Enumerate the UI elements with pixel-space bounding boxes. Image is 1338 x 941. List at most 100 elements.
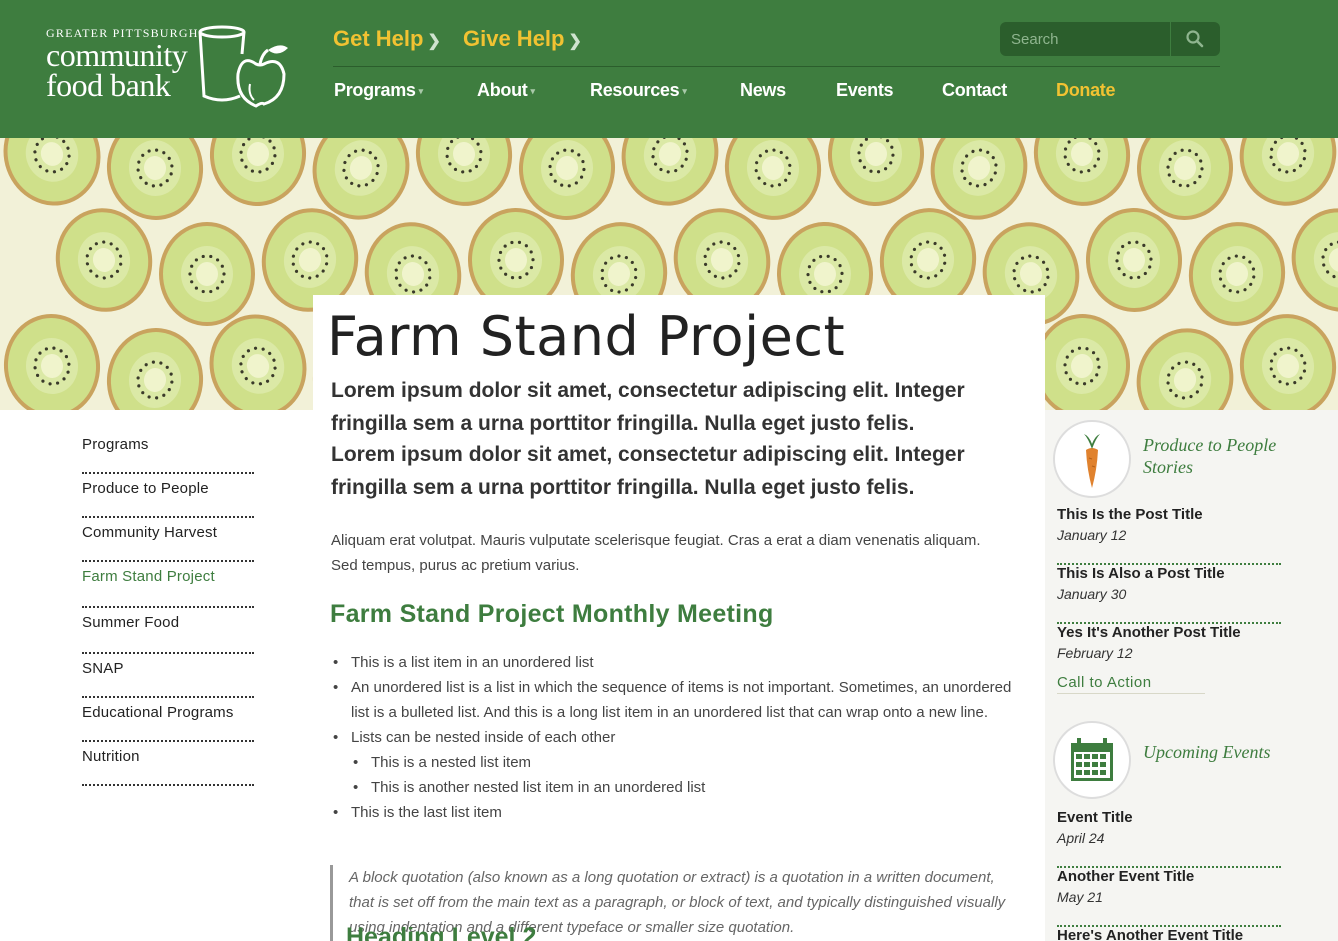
sidenav-item-farm-stand-project[interactable]: Farm Stand Project xyxy=(82,562,254,608)
section-nav: Programs Produce to People Community Har… xyxy=(82,430,254,786)
chevron-right-icon: ❯ xyxy=(568,33,582,50)
kiwi-slice xyxy=(209,138,307,206)
event-title: Event Title xyxy=(1057,809,1133,826)
nav-about-label: About xyxy=(477,80,528,100)
list-item: • This is a list item in an unordered lis… xyxy=(333,650,1021,675)
nav-events[interactable]: Events xyxy=(836,80,894,101)
kiwi-slice xyxy=(415,138,513,206)
search-icon xyxy=(1186,30,1204,48)
sidenav-label: Community Harvest xyxy=(82,524,218,541)
nav-about[interactable]: About ▾ xyxy=(477,80,535,101)
body-paragraph: Aliquam erat volutpat. Mauris vulputate … xyxy=(331,532,981,573)
sidenav-label: Programs xyxy=(82,436,149,453)
nav-divider xyxy=(333,66,1220,67)
bullet-icon: • xyxy=(333,679,339,696)
kiwi-slice xyxy=(106,328,204,410)
event-date: May 21 xyxy=(1057,889,1103,905)
kiwi-slice xyxy=(1136,138,1234,220)
page-title: Farm Stand Project xyxy=(327,305,846,368)
lead-paragraph: Lorem ipsum dolor sit amet, consectetur … xyxy=(331,379,965,435)
bullet-icon: • xyxy=(333,804,339,821)
site-logo[interactable]: GREATER PITTSBURGH community food bank xyxy=(46,25,296,116)
give-help-link[interactable]: Give Help ❯ xyxy=(463,26,582,52)
can-apple-icon xyxy=(198,25,288,108)
kiwi-slice xyxy=(1033,138,1131,206)
story-post[interactable]: This Is Also a Post Title January 30 xyxy=(1057,565,1281,624)
section-heading: Farm Stand Project Monthly Meeting xyxy=(330,600,774,628)
story-post[interactable]: This Is the Post Title January 12 xyxy=(1057,506,1281,565)
post-title: This Is the Post Title xyxy=(1057,506,1203,523)
kiwi-slice xyxy=(1239,138,1337,206)
post-date: January 12 xyxy=(1057,527,1127,543)
sidenav-item-programs[interactable]: Programs xyxy=(82,430,254,474)
kiwi-slice xyxy=(1136,328,1234,410)
nav-contact[interactable]: Contact xyxy=(942,80,1007,101)
event-item[interactable]: Event Title April 24 xyxy=(1057,809,1281,868)
list-item-text: This is the last list item xyxy=(351,804,502,821)
get-help-link[interactable]: Get Help ❯ xyxy=(333,26,441,52)
kiwi-slice xyxy=(159,222,255,326)
main-content: Farm Stand Project Lorem ipsum dolor sit… xyxy=(313,295,1045,941)
event-item[interactable]: Here's Another Event Title xyxy=(1057,927,1281,941)
sidenav-item-educational-programs[interactable]: Educational Programs xyxy=(82,698,254,742)
logo-line-2: community xyxy=(46,37,188,73)
sidenav-item-summer-food[interactable]: Summer Food xyxy=(82,608,254,654)
call-to-action-link[interactable]: Call to Action xyxy=(1057,674,1205,694)
nav-programs-label: Programs xyxy=(334,80,416,100)
sidenav-label: SNAP xyxy=(82,660,124,677)
events-icon-circle xyxy=(1053,721,1131,799)
kiwi-slice xyxy=(1033,314,1131,410)
list-item-text: This is another nested list item in an u… xyxy=(371,779,706,796)
event-title: Another Event Title xyxy=(1057,868,1195,885)
nav-resources-label: Resources xyxy=(590,80,680,100)
list-item-text: Lists can be nested inside of each other xyxy=(351,729,616,746)
event-item[interactable]: Another Event Title May 21 xyxy=(1057,868,1281,927)
list-item-text: This is a list item in an unordered list xyxy=(351,654,594,671)
sidenav-item-produce-to-people[interactable]: Produce to People xyxy=(82,474,254,518)
search-button[interactable] xyxy=(1171,22,1220,56)
get-help-label: Get Help xyxy=(333,26,424,51)
nav-programs[interactable]: Programs ▾ xyxy=(334,80,423,101)
event-title: Here's Another Event Title xyxy=(1057,927,1244,941)
chevron-right-icon: ❯ xyxy=(427,33,441,50)
chevron-down-icon: ▾ xyxy=(530,85,535,96)
nav-donate[interactable]: Donate xyxy=(1056,80,1116,101)
sidenav-label: Produce to People xyxy=(82,480,209,497)
bulleted-list: • This is a list item in an unordered lis… xyxy=(333,650,1021,825)
list-item: • An unordered list is a list in which th… xyxy=(333,675,1021,725)
site-header: GREATER PITTSBURGH community food bank G… xyxy=(0,0,1338,138)
search-input[interactable] xyxy=(1000,22,1170,56)
list-item: • Lists can be nested inside of each othe… xyxy=(333,725,1021,750)
carrot-icon xyxy=(1084,434,1100,488)
nav-resources[interactable]: Resources ▾ xyxy=(590,80,687,101)
calendar-icon xyxy=(1071,738,1113,781)
heading-level-2: Heading Level 2 xyxy=(346,923,537,941)
sidenav-item-nutrition[interactable]: Nutrition xyxy=(82,742,254,786)
kiwi-slice xyxy=(3,138,101,206)
sidenav-label: Farm Stand Project xyxy=(82,568,215,585)
right-sidebar: Produce to People Stories This Is the Po… xyxy=(1045,410,1338,941)
kiwi-slice xyxy=(1291,208,1338,312)
kiwi-slice xyxy=(1085,208,1183,312)
event-date: April 24 xyxy=(1057,830,1105,846)
post-title: Yes It's Another Post Title xyxy=(1057,624,1241,641)
kiwi-slice xyxy=(3,314,101,410)
bullet-icon: • xyxy=(353,779,359,796)
nav-news[interactable]: News xyxy=(740,80,786,101)
chevron-down-icon: ▾ xyxy=(682,85,687,96)
sidenav-item-community-harvest[interactable]: Community Harvest xyxy=(82,518,254,562)
bullet-icon: • xyxy=(333,729,339,746)
post-title: This Is Also a Post Title xyxy=(1057,565,1225,582)
nested-list-item: • This is another nested list item in an … xyxy=(353,775,1021,800)
list-item-text: This is a nested list item xyxy=(371,754,532,771)
give-help-label: Give Help xyxy=(463,26,565,51)
events-title: Upcoming Events xyxy=(1143,742,1271,762)
nested-list-item: • This is a nested list item xyxy=(353,750,1021,775)
logo-line-3: food bank xyxy=(46,67,171,103)
sidenav-label: Nutrition xyxy=(82,748,140,765)
post-date: February 12 xyxy=(1057,645,1133,661)
chevron-down-icon: ▾ xyxy=(418,85,424,96)
list-item: • This is the last list item xyxy=(333,800,1021,825)
lead-paragraph: Lorem ipsum dolor sit amet, consectetur … xyxy=(331,443,965,499)
sidenav-item-snap[interactable]: SNAP xyxy=(82,654,254,698)
